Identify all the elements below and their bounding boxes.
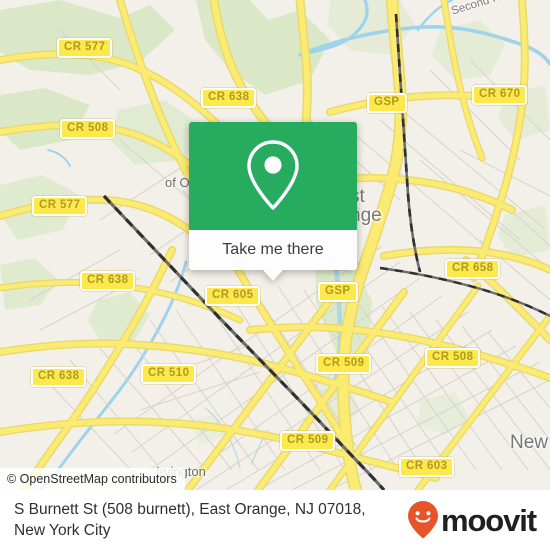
road-shield: CR 508 — [425, 348, 481, 368]
road-shield: CR 508 — [60, 119, 116, 139]
road-shield: CR 638 — [80, 271, 136, 291]
road-shield: CR 670 — [472, 85, 528, 105]
address-line-2: New York City — [14, 522, 111, 539]
openstreetmap-attribution[interactable]: © OpenStreetMap contributors — [0, 468, 185, 490]
footer-bar: S Burnett St (508 burnett), East Orange,… — [0, 490, 550, 550]
address-text: S Burnett St (508 burnett), East Orange,… — [14, 499, 366, 541]
map-place-label: New — [510, 432, 549, 453]
road-shield: CR 658 — [445, 259, 501, 279]
take-me-there-button[interactable]: Take me there — [189, 230, 357, 270]
location-popup-card[interactable]: Take me there — [189, 122, 357, 281]
popup-pointer-tip — [263, 270, 283, 281]
moovit-wordmark: moovit — [440, 502, 537, 538]
road-shield: CR 605 — [205, 286, 261, 306]
road-shield: CR 638 — [31, 367, 87, 387]
popup-image-area — [189, 122, 357, 230]
road-shield: CR 603 — [399, 457, 455, 477]
moovit-pin-icon — [407, 501, 438, 539]
road-shield: CR 577 — [57, 38, 113, 58]
road-shield: GSP — [318, 282, 358, 302]
road-shield: CR 638 — [201, 88, 257, 108]
road-shield: CR 509 — [316, 354, 372, 374]
moovit-map-screenshot: CR 577 CR 638 CR 670 GSP CR 508 CR 577 CR 638 C… — [0, 0, 550, 550]
road-shield: GSP — [367, 93, 407, 113]
map-canvas[interactable]: CR 577 CR 638 CR 670 GSP CR 508 CR 577 CR 638 C… — [0, 0, 550, 490]
map-place-label: of O — [165, 175, 190, 190]
road-shield: CR 510 — [141, 364, 197, 384]
take-me-there-label: Take me there — [222, 241, 324, 258]
moovit-logo[interactable]: moovit — [407, 500, 537, 540]
location-pin-icon — [247, 140, 299, 210]
address-line-1: S Burnett St (508 burnett), East Orange,… — [14, 501, 366, 518]
road-shield: CR 509 — [280, 431, 336, 451]
road-shield: CR 577 — [32, 196, 88, 216]
